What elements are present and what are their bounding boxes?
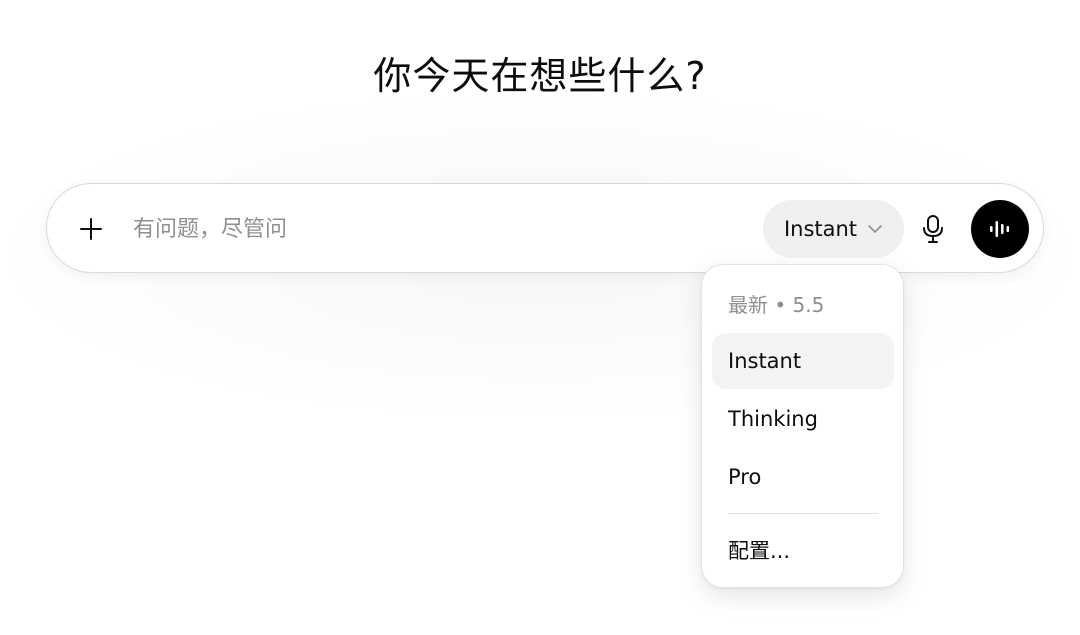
- microphone-icon: [923, 215, 943, 243]
- voice-mode-button[interactable]: [971, 200, 1029, 258]
- chevron-down-icon: [868, 225, 882, 233]
- model-option-instant[interactable]: Instant: [712, 333, 894, 389]
- model-menu: 最新 • 5.5 Instant Thinking Pro 配置...: [701, 264, 904, 588]
- dictate-button[interactable]: [913, 209, 953, 249]
- configure-label: 配置...: [728, 539, 791, 563]
- add-attachment-button[interactable]: [71, 209, 111, 249]
- configure-button[interactable]: 配置...: [712, 522, 894, 578]
- model-option-thinking[interactable]: Thinking: [712, 391, 894, 447]
- model-menu-header: 最新 • 5.5: [728, 293, 825, 317]
- model-option-label: Pro: [728, 465, 762, 489]
- menu-divider: [728, 513, 878, 514]
- prompt-composer: Instant: [46, 183, 1044, 273]
- plus-icon: [80, 218, 102, 240]
- prompt-input[interactable]: [133, 211, 733, 247]
- model-option-label: Thinking: [728, 407, 818, 431]
- page: 你今天在想些什么? Instant: [0, 0, 1080, 635]
- page-title: 你今天在想些什么?: [373, 54, 707, 98]
- model-selector-label: Instant: [783, 217, 858, 241]
- model-option-label: Instant: [728, 349, 802, 373]
- voice-waveform-icon: [990, 221, 1010, 237]
- model-selector-button[interactable]: Instant: [763, 200, 904, 258]
- model-option-pro[interactable]: Pro: [712, 449, 894, 505]
